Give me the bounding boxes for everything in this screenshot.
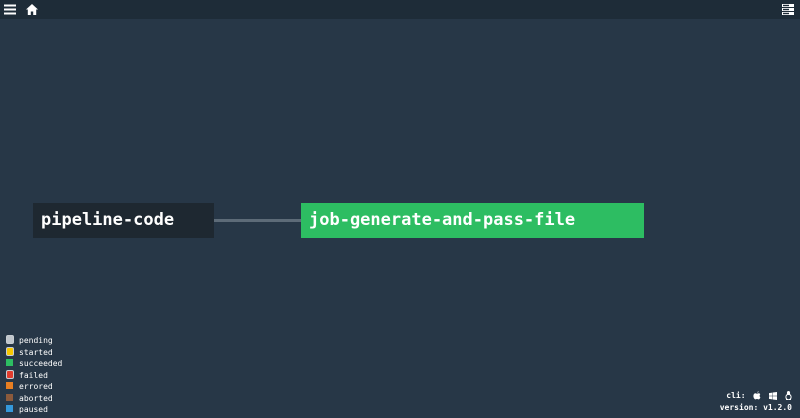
legend-item-started: started — [6, 346, 62, 359]
cli-download-row: cli: — [720, 390, 792, 402]
groups-toggle-icon[interactable] — [782, 3, 794, 16]
status-legend: pending started succeeded failed errored abor… — [6, 335, 62, 416]
apple-icon[interactable] — [753, 391, 761, 400]
legend-item-succeeded: succeeded — [6, 358, 62, 370]
legend-label: pending — [19, 336, 53, 345]
version-row: version: v1.2.0 — [720, 402, 792, 414]
legend-label: failed — [19, 370, 48, 380]
legend-swatch — [6, 359, 13, 366]
top-bar — [0, 0, 800, 19]
home-icon[interactable] — [26, 3, 38, 16]
legend-label: paused — [19, 405, 48, 414]
legend-swatch — [6, 382, 13, 389]
legend-label: errored — [19, 382, 53, 391]
job-node[interactable]: job-generate-and-pass-file — [301, 203, 644, 238]
cli-label: cli: — [726, 391, 746, 400]
legend-item-pending: pending — [6, 335, 62, 347]
resource-node-label: pipeline-code — [41, 210, 175, 230]
legend-swatch — [6, 369, 14, 379]
version-label: version: — [719, 403, 759, 412]
job-node-label: job-generate-and-pass-file — [309, 210, 576, 230]
windows-icon[interactable] — [769, 391, 778, 400]
legend-label: succeeded — [19, 359, 63, 368]
linux-icon[interactable] — [785, 391, 792, 400]
legend-label: aborted — [19, 393, 53, 403]
legend-item-failed: failed — [6, 369, 62, 382]
legend-swatch — [6, 335, 14, 344]
legend-label: started — [19, 347, 53, 357]
legend-swatch — [6, 346, 14, 356]
pipeline-edge — [214, 219, 302, 222]
legend-swatch — [6, 405, 13, 412]
cli-footer: cli: version: v1.2.0 — [720, 390, 792, 414]
legend-item-errored: errored — [6, 381, 62, 393]
legend-item-aborted: aborted — [6, 393, 62, 405]
resource-node[interactable]: pipeline-code — [33, 203, 214, 238]
version-value: v1.2.0 — [763, 403, 792, 412]
hamburger-menu-icon[interactable] — [4, 3, 16, 16]
legend-swatch — [6, 393, 13, 401]
legend-item-paused: paused — [6, 404, 62, 416]
